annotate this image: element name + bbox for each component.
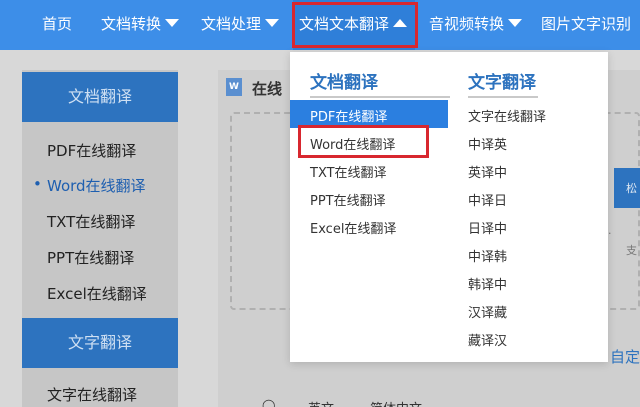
- word-file-icon: W: [226, 78, 242, 96]
- nav-home-label: 首页: [42, 15, 73, 33]
- dropdown-item-zh-en[interactable]: 中译英: [468, 134, 507, 153]
- sidebar-item-word[interactable]: Word在线翻译: [33, 175, 146, 196]
- nav-doc-process[interactable]: 文档处理: [201, 0, 280, 50]
- source-lang-icon[interactable]: ◯: [262, 398, 275, 407]
- dropdown-item-excel[interactable]: Excel在线翻译: [310, 218, 396, 237]
- page-title: 在线: [252, 80, 283, 98]
- sidebar-header-doc[interactable]: 文档翻译: [22, 72, 178, 122]
- nav-doc-process-label: 文档处理: [201, 15, 262, 33]
- dropdown-doc-divider: [310, 96, 450, 98]
- annotation-box-word: [298, 125, 429, 158]
- dropdown-item-ppt[interactable]: PPT在线翻译: [310, 190, 386, 209]
- sidebar-item-excel[interactable]: Excel在线翻译: [47, 283, 147, 304]
- nav-ocr[interactable]: 图片文字识别: [541, 0, 631, 50]
- dropdown-item-txt[interactable]: TXT在线翻译: [310, 162, 387, 181]
- dropdown-item-bo-zh[interactable]: 藏译汉: [468, 330, 507, 349]
- dropdown-text-title: 文字翻译: [468, 73, 536, 93]
- dropdown-doc-title: 文档翻译: [310, 73, 378, 93]
- dropdown-item-ja-zh[interactable]: 日译中: [468, 218, 507, 237]
- chevron-down-icon: [265, 18, 280, 27]
- nav-av-convert-label: 音视频转换: [429, 15, 505, 33]
- sidebar-item-txt[interactable]: TXT在线翻译: [47, 211, 135, 232]
- dropdown-item-zh-bo[interactable]: 汉译藏: [468, 302, 507, 321]
- source-lang[interactable]: 英文: [308, 398, 334, 407]
- nav-ocr-label: 图片文字识别: [541, 15, 632, 33]
- nav-home[interactable]: 首页: [42, 0, 72, 50]
- dropdown-item-zh-ja[interactable]: 中译日: [468, 190, 507, 209]
- sidebar-item-ppt[interactable]: PPT在线翻译: [47, 247, 134, 268]
- dropdown-text-divider: [468, 96, 538, 98]
- chevron-down-icon: [165, 18, 180, 27]
- dropdown-item-pdf[interactable]: PDF在线翻译: [310, 106, 387, 125]
- dropdown-item-en-zh[interactable]: 英译中: [468, 162, 507, 181]
- target-lang[interactable]: 简体中文: [370, 398, 422, 407]
- sidebar-item-text-translate[interactable]: 文字在线翻译: [47, 384, 137, 405]
- sidebar-item-pdf[interactable]: PDF在线翻译: [47, 140, 136, 161]
- custom-link[interactable]: 自定: [610, 346, 640, 367]
- upload-button-label: 松: [626, 182, 637, 195]
- hint-text-2: 支: [626, 244, 637, 257]
- hint-text-1: .: [608, 224, 612, 237]
- nav-doc-convert[interactable]: 文档转换: [101, 0, 180, 50]
- sidebar-header-text[interactable]: 文字翻译: [22, 318, 178, 368]
- nav-av-convert[interactable]: 音视频转换: [429, 0, 523, 50]
- nav-doc-convert-label: 文档转换: [101, 15, 162, 33]
- chevron-down-icon: [508, 18, 523, 27]
- annotation-box-nav: [292, 2, 418, 48]
- dropdown-item-text-online[interactable]: 文字在线翻译: [468, 106, 546, 125]
- dropdown-item-ko-zh[interactable]: 韩译中: [468, 274, 507, 293]
- dropdown-item-zh-ko[interactable]: 中译韩: [468, 246, 507, 265]
